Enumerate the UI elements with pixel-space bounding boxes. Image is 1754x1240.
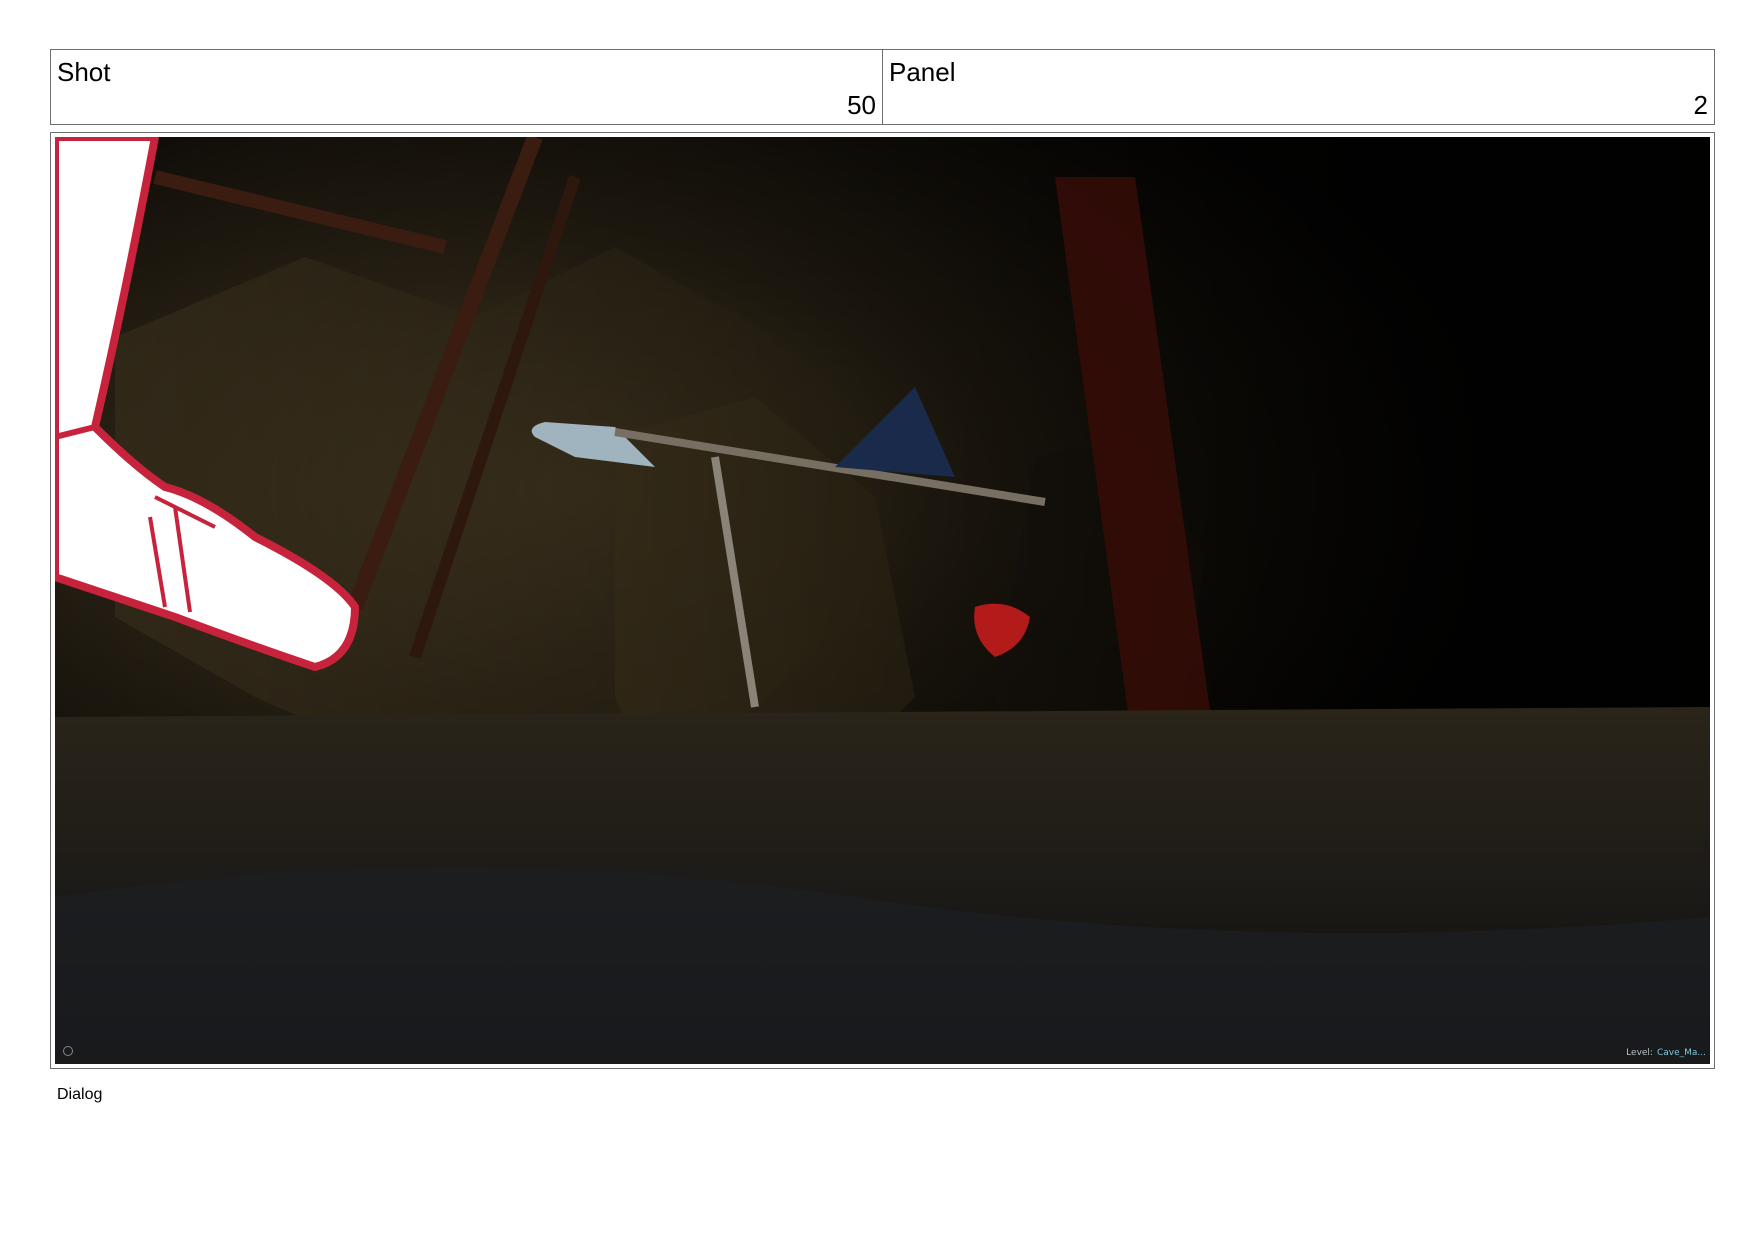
panel-number: 2 [1693, 90, 1708, 120]
shot-number: 50 [847, 90, 876, 120]
shot-header: Shot 50 Panel 2 [50, 49, 1715, 125]
level-value: Cave_Ma... [1656, 1048, 1706, 1058]
dialog-label: Dialog [57, 1086, 103, 1103]
shot-label: Shot [57, 57, 111, 87]
storyboard-frame: Level: Cave_Ma... [50, 132, 1715, 1069]
camera-dot-icon [63, 1046, 73, 1056]
shot-cell: Shot 50 [51, 50, 882, 124]
cave-scene-image: Level: Cave_Ma... [55, 137, 1710, 1064]
panel-label: Panel [889, 57, 956, 87]
panel-cell: Panel 2 [882, 50, 1714, 124]
level-readout: Level: Cave_Ma... [1626, 1048, 1706, 1058]
cave-scene-illustration [55, 137, 1710, 1064]
level-key: Level: [1626, 1048, 1653, 1058]
